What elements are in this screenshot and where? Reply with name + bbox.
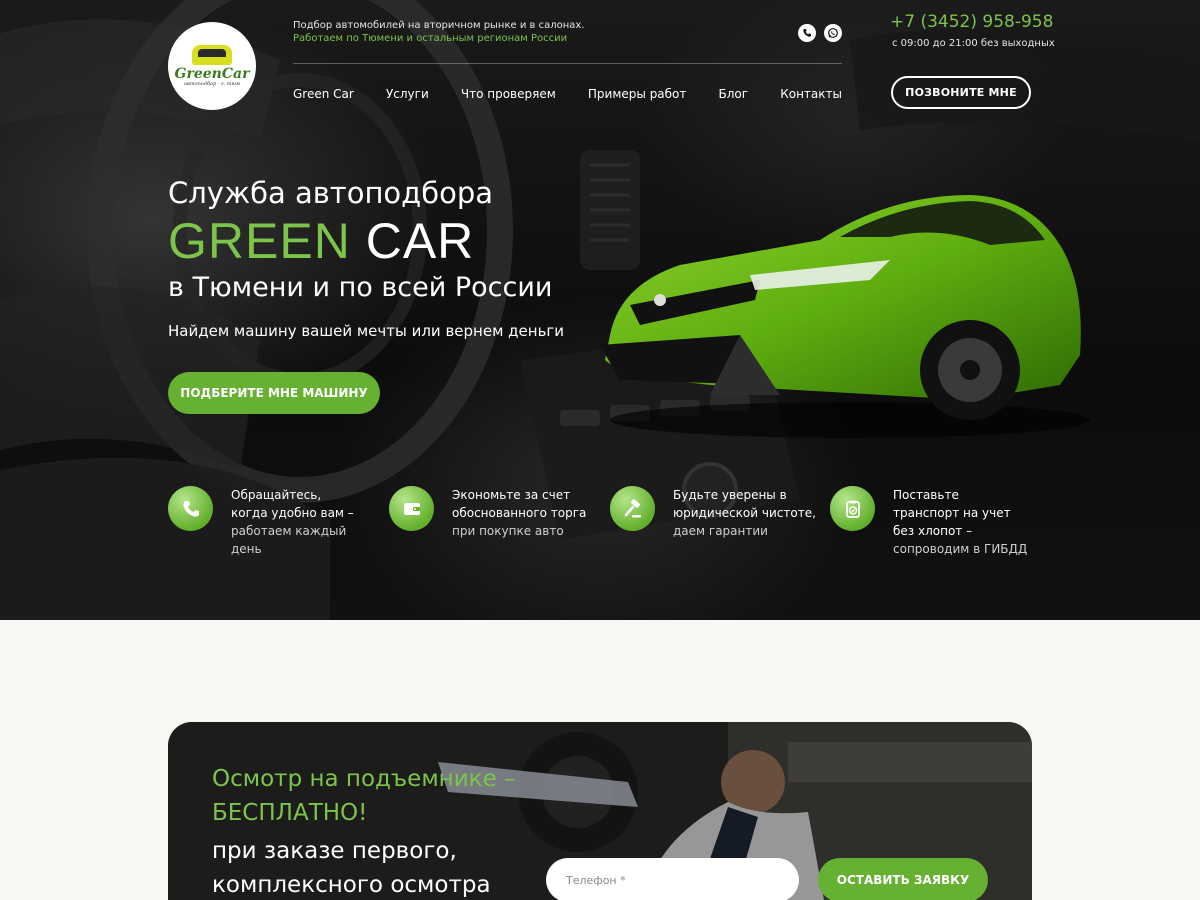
feature-text: Экономьте за счет обоснованного торга пр… — [452, 486, 586, 540]
feature-sub: при покупке авто — [452, 524, 564, 538]
header-tagline-2: Работаем по Тюмени и остальным регионам … — [293, 33, 568, 44]
lift-inspection-banner: Осмотр на подъемнике – БЕСПЛАТНО! при за… — [168, 722, 1032, 900]
brand-car: CAR — [365, 213, 475, 269]
feature-line: когда удобно вам – — [231, 506, 354, 520]
nav-item-what-we-check[interactable]: Что проверяем — [461, 87, 556, 101]
header-tagline-1: Подбор автомобилей на вторичном рынке и … — [293, 20, 585, 31]
submit-request-button[interactable]: ОСТАВИТЬ ЗАЯВКУ — [818, 858, 988, 900]
feature-line: Экономьте за счет — [452, 488, 571, 502]
header-phone[interactable]: +7 (3452) 958-958 — [890, 12, 1053, 32]
phone-icon — [168, 486, 213, 531]
feature-availability: Обращайтесь, когда удобно вам – работаем… — [168, 486, 354, 558]
header-divider — [293, 63, 842, 64]
logo-car-icon — [192, 45, 232, 65]
banner-subtitle: при заказе первого, комплексного осмотра — [212, 834, 491, 900]
working-hours: с 09:00 до 21:00 без выходных — [892, 38, 1055, 49]
main-nav: Green Car Услуги Что проверяем Примеры р… — [293, 87, 842, 101]
banner-title-line: Осмотр на подъемнике – — [212, 766, 516, 792]
logo-subtitle: автоподбор · г. тюм — [183, 81, 241, 87]
phone-input[interactable] — [546, 858, 799, 900]
feature-line: Поставьте — [893, 488, 959, 502]
feature-text: Будьте уверены в юридической чистоте, да… — [673, 486, 816, 540]
feature-registration: Поставьте транспорт на учет без хлопот –… — [830, 486, 1027, 558]
feature-line: обоснованного торга — [452, 506, 587, 520]
feature-line: юридической чистоте, — [673, 506, 816, 520]
feature-sub: день — [231, 542, 262, 556]
gavel-icon — [610, 486, 655, 531]
banner-subtitle-line: комплексного осмотра — [212, 872, 491, 898]
logo-text: GreenCar — [174, 66, 250, 82]
nav-item-services[interactable]: Услуги — [386, 87, 429, 101]
banner-title: Осмотр на подъемнике – БЕСПЛАТНО! — [212, 762, 516, 830]
feature-text: Поставьте транспорт на учет без хлопот –… — [893, 486, 1027, 558]
viber-icon[interactable] — [798, 24, 816, 42]
hero-city: в Тюмени и по всей России — [168, 272, 553, 303]
green-car-image — [600, 195, 1090, 438]
nav-item-contacts[interactable]: Контакты — [780, 87, 842, 101]
hero-service-title: Служба автоподбора — [168, 176, 494, 210]
feature-savings: Экономьте за счет обоснованного торга пр… — [389, 486, 586, 540]
feature-sub: работаем каждый — [231, 524, 347, 538]
whatsapp-icon[interactable] — [824, 24, 842, 42]
call-me-button[interactable]: ПОЗВОНИТЕ МНЕ — [891, 76, 1031, 109]
feature-sub: даем гарантии — [673, 524, 768, 538]
nav-item-portfolio[interactable]: Примеры работ — [588, 87, 686, 101]
nav-item-green-car[interactable]: Green Car — [293, 87, 354, 101]
clipboard-check-icon — [830, 486, 875, 531]
hero-brand-title: GREEN CAR — [168, 212, 474, 270]
banner-subtitle-line: при заказе первого, — [212, 838, 457, 864]
pick-car-button[interactable]: ПОДБЕРИТЕ МНЕ МАШИНУ — [168, 372, 380, 414]
hero-tagline: Найдем машину вашей мечты или вернем ден… — [168, 322, 565, 340]
feature-text: Обращайтесь, когда удобно вам – работаем… — [231, 486, 354, 558]
feature-line: без хлопот – — [893, 524, 973, 538]
feature-line: Будьте уверены в — [673, 488, 787, 502]
feature-line: транспорт на учет — [893, 506, 1011, 520]
logo[interactable]: GreenCar автоподбор · г. тюм — [168, 22, 256, 110]
nav-item-blog[interactable]: Блог — [719, 87, 749, 101]
feature-line: Обращайтесь, — [231, 488, 322, 502]
hero-section: GreenCar автоподбор · г. тюм Подбор авто… — [0, 0, 1200, 620]
wallet-icon — [389, 486, 434, 531]
feature-legal: Будьте уверены в юридической чистоте, да… — [610, 486, 816, 540]
brand-green: GREEN — [168, 213, 351, 269]
feature-sub: сопроводим в ГИБДД — [893, 542, 1028, 556]
banner-title-line: БЕСПЛАТНО! — [212, 800, 368, 826]
